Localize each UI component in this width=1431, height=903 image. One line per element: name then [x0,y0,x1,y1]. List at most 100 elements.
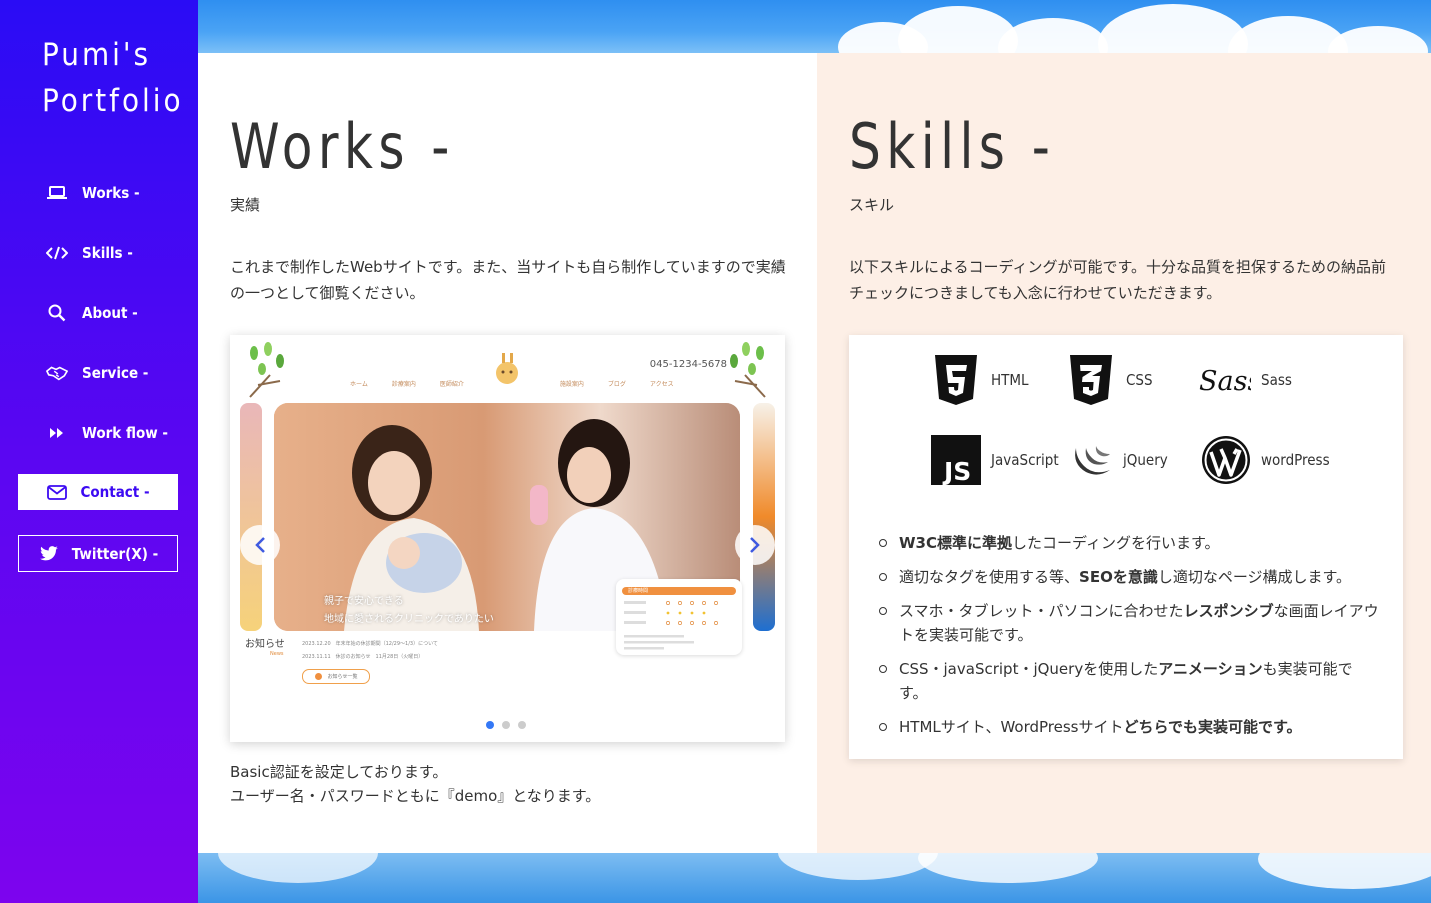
svg-text:JS: JS [942,457,971,485]
clinic-nav-blog: ブログ [607,381,626,388]
skill-wordpress: wordPress [1201,435,1330,485]
hero-caption: 親子で安心できる 地域に愛されるクリニックでありたい [324,593,494,629]
chevron-right-icon [750,537,760,553]
jquery-icon [1071,435,1113,485]
hero-line-2: 地域に愛されるクリニックでありたい [324,614,494,625]
code-icon [46,244,68,262]
search-icon [46,304,68,322]
handshake-icon [46,364,68,382]
skill-point-4: CSS・javaScript・jQueryを使用したアニメーションも実装可能です… [879,657,1379,705]
point-2-bold: SEOを意識 [1079,568,1158,586]
clinic-tel: 045-1234-5678 [649,359,727,370]
clinic-nav-doctor: 医師紹介 [439,381,464,388]
skills-card: HTML CSS Sass Sass JS JavaScript jQuery [849,335,1403,759]
news-list-button[interactable]: お知らせ一覧 [302,669,370,684]
hours-table [624,601,718,650]
skill-html: HTML [931,355,1029,405]
skill-label-jquery: jQuery [1123,451,1168,469]
point-3-bold: レスポンシブ [1183,602,1274,620]
clinic-hours-card: 診療時間 [616,579,742,655]
hero-line-1: 親子で安心できる [324,596,404,607]
skill-jquery: jQuery [1071,435,1168,485]
works-description: これまで制作したWebサイトです。また、当サイトも自ら制作していますので実績の一… [230,258,786,302]
skill-javascript: JS JavaScript [931,435,1059,485]
twitter-label: Twitter(X) - [71,544,159,563]
skill-label-wordpress: wordPress [1261,451,1330,469]
point-1-bold: W3C標準に準拠 [899,534,1012,552]
nav-item-skills[interactable]: Skills - [46,241,133,265]
sass-icon: Sass [1199,355,1251,405]
contact-label: Contact - [80,483,150,501]
sidebar: Pumi's Portfolio Works - Skills - About … [0,0,198,903]
point-2-pre: 適切なタグを使用する等、 [899,568,1080,586]
css3-icon [1066,355,1116,405]
skills-description: 以下スキルによるコーディングが可能です。十分な品質を担保するための納品前チェック… [849,258,1387,302]
skills-section: Skills - スキル 以下スキルによるコーディングが可能です。十分な品質を担… [817,53,1431,853]
news-item-2[interactable]: 2023.11.11 休診のお知らせ 11月28日（火曜日） [302,653,423,660]
twitter-bird-icon [38,545,60,563]
prev-slide-peek [240,403,262,631]
envelope-icon [46,483,68,501]
skill-label-sass: Sass [1261,371,1292,389]
site-logo[interactable]: Pumi's Portfolio [42,32,184,124]
point-3-pre: スマホ・タブレット・パソコンに合わせた [899,602,1184,620]
clinic-nav-clinic: 施設案内 [559,381,584,388]
html5-icon [931,355,981,405]
news-item-1[interactable]: 2023.12.20 年末年始の休診期間（12/29～1/3）について [302,640,438,647]
skills-title: Skills - [849,110,1056,183]
slider-prev-button[interactable] [240,525,280,565]
clinic-nav-medical: 診療案内 [391,381,416,388]
clinic-nav: ホーム 診療案内 医師紹介 施設案内 ブログ アクセス [350,379,674,388]
slide-screenshot[interactable]: 045-1234-5678 ホーム 診療案内 医師紹介 施設案内 ブログ アクセ… [240,335,775,685]
skill-label-css: CSS [1126,371,1153,389]
nav-item-service[interactable]: Service - [46,361,148,385]
point-1-rest: したコーディングを行います。 [1012,534,1220,552]
point-2-rest: し適切なページ構成します。 [1157,568,1352,586]
wordpress-icon [1201,435,1251,485]
slider-dot-3[interactable] [518,721,526,729]
nav-item-work-flow[interactable]: Work flow - [46,421,168,445]
basic-auth-note: Basic認証を設定しております。 ユーザー名・パスワードともに『demo』とな… [230,760,600,808]
skill-point-1: W3C標準に準拠したコーディングを行います。 [879,531,1379,555]
clinic-nav-home: ホーム [350,381,368,388]
slider-next-button[interactable] [735,525,775,565]
next-slide-peek [753,403,775,631]
news-title: お知らせ [245,639,285,650]
clinic-nav-spacer [488,379,536,388]
contact-button[interactable]: Contact - [18,474,178,510]
slider-dot-1[interactable] [486,721,494,729]
skill-point-2: 適切なタグを使用する等、SEOを意識し適切なページ構成します。 [879,565,1379,589]
logo-line-1: Pumi's [42,37,152,73]
skill-sass: Sass Sass [1199,355,1292,405]
clinic-site-header: 045-1234-5678 ホーム 診療案内 医師紹介 施設案内 ブログ アクセ… [240,335,775,400]
skill-point-3: スマホ・タブレット・パソコンに合わせたレスポンシブな画面レイアウトを実装可能です… [879,599,1379,647]
skill-points-list: W3C標準に準拠したコーディングを行います。 適切なタグを使用する等、SEOを意… [879,531,1379,749]
nav-item-about[interactable]: About - [46,301,138,325]
slider-pagination [486,721,526,729]
point-5-pre: HTMLサイト、WordPressサイト [899,718,1124,736]
javascript-icon: JS [931,435,981,485]
clinic-nav-access: アクセス [649,381,674,388]
slider-dot-2[interactable] [502,721,510,729]
news-subtitle: News [270,651,284,657]
skill-point-5: HTMLサイト、WordPressサイトどちらでも実装可能です。 [879,715,1379,739]
point-4-bold: アニメーション [1158,660,1263,678]
nav-label-service: Service - [82,364,149,382]
twitter-button[interactable]: Twitter(X) - [18,535,178,572]
skill-label-javascript: JavaScript [991,451,1059,469]
basic-auth-line-1: Basic認証を設定しております。 [230,763,448,781]
works-subtitle: 実績 [230,196,261,214]
news-button-label: お知らせ一覧 [327,674,358,680]
works-slider[interactable]: 045-1234-5678 ホーム 診療案内 医師紹介 施設案内 ブログ アクセ… [230,335,785,742]
works-section: Works - 実績 これまで制作したWebサイトです。また、当サイトも自ら制作… [198,53,817,853]
sky-banner-top [198,0,1431,53]
nav-label-skills: Skills - [82,244,133,262]
news-button-dot-icon [314,673,322,680]
sky-banner-bottom [198,853,1431,903]
nav-item-works[interactable]: Works - [46,181,140,205]
point-5-bold: どちらでも実装可能です。 [1123,718,1302,736]
skill-label-html: HTML [991,371,1029,389]
skill-css: CSS [1066,355,1153,405]
nav-label-works: Works - [82,184,140,202]
logo-line-2: Portfolio [42,83,184,119]
